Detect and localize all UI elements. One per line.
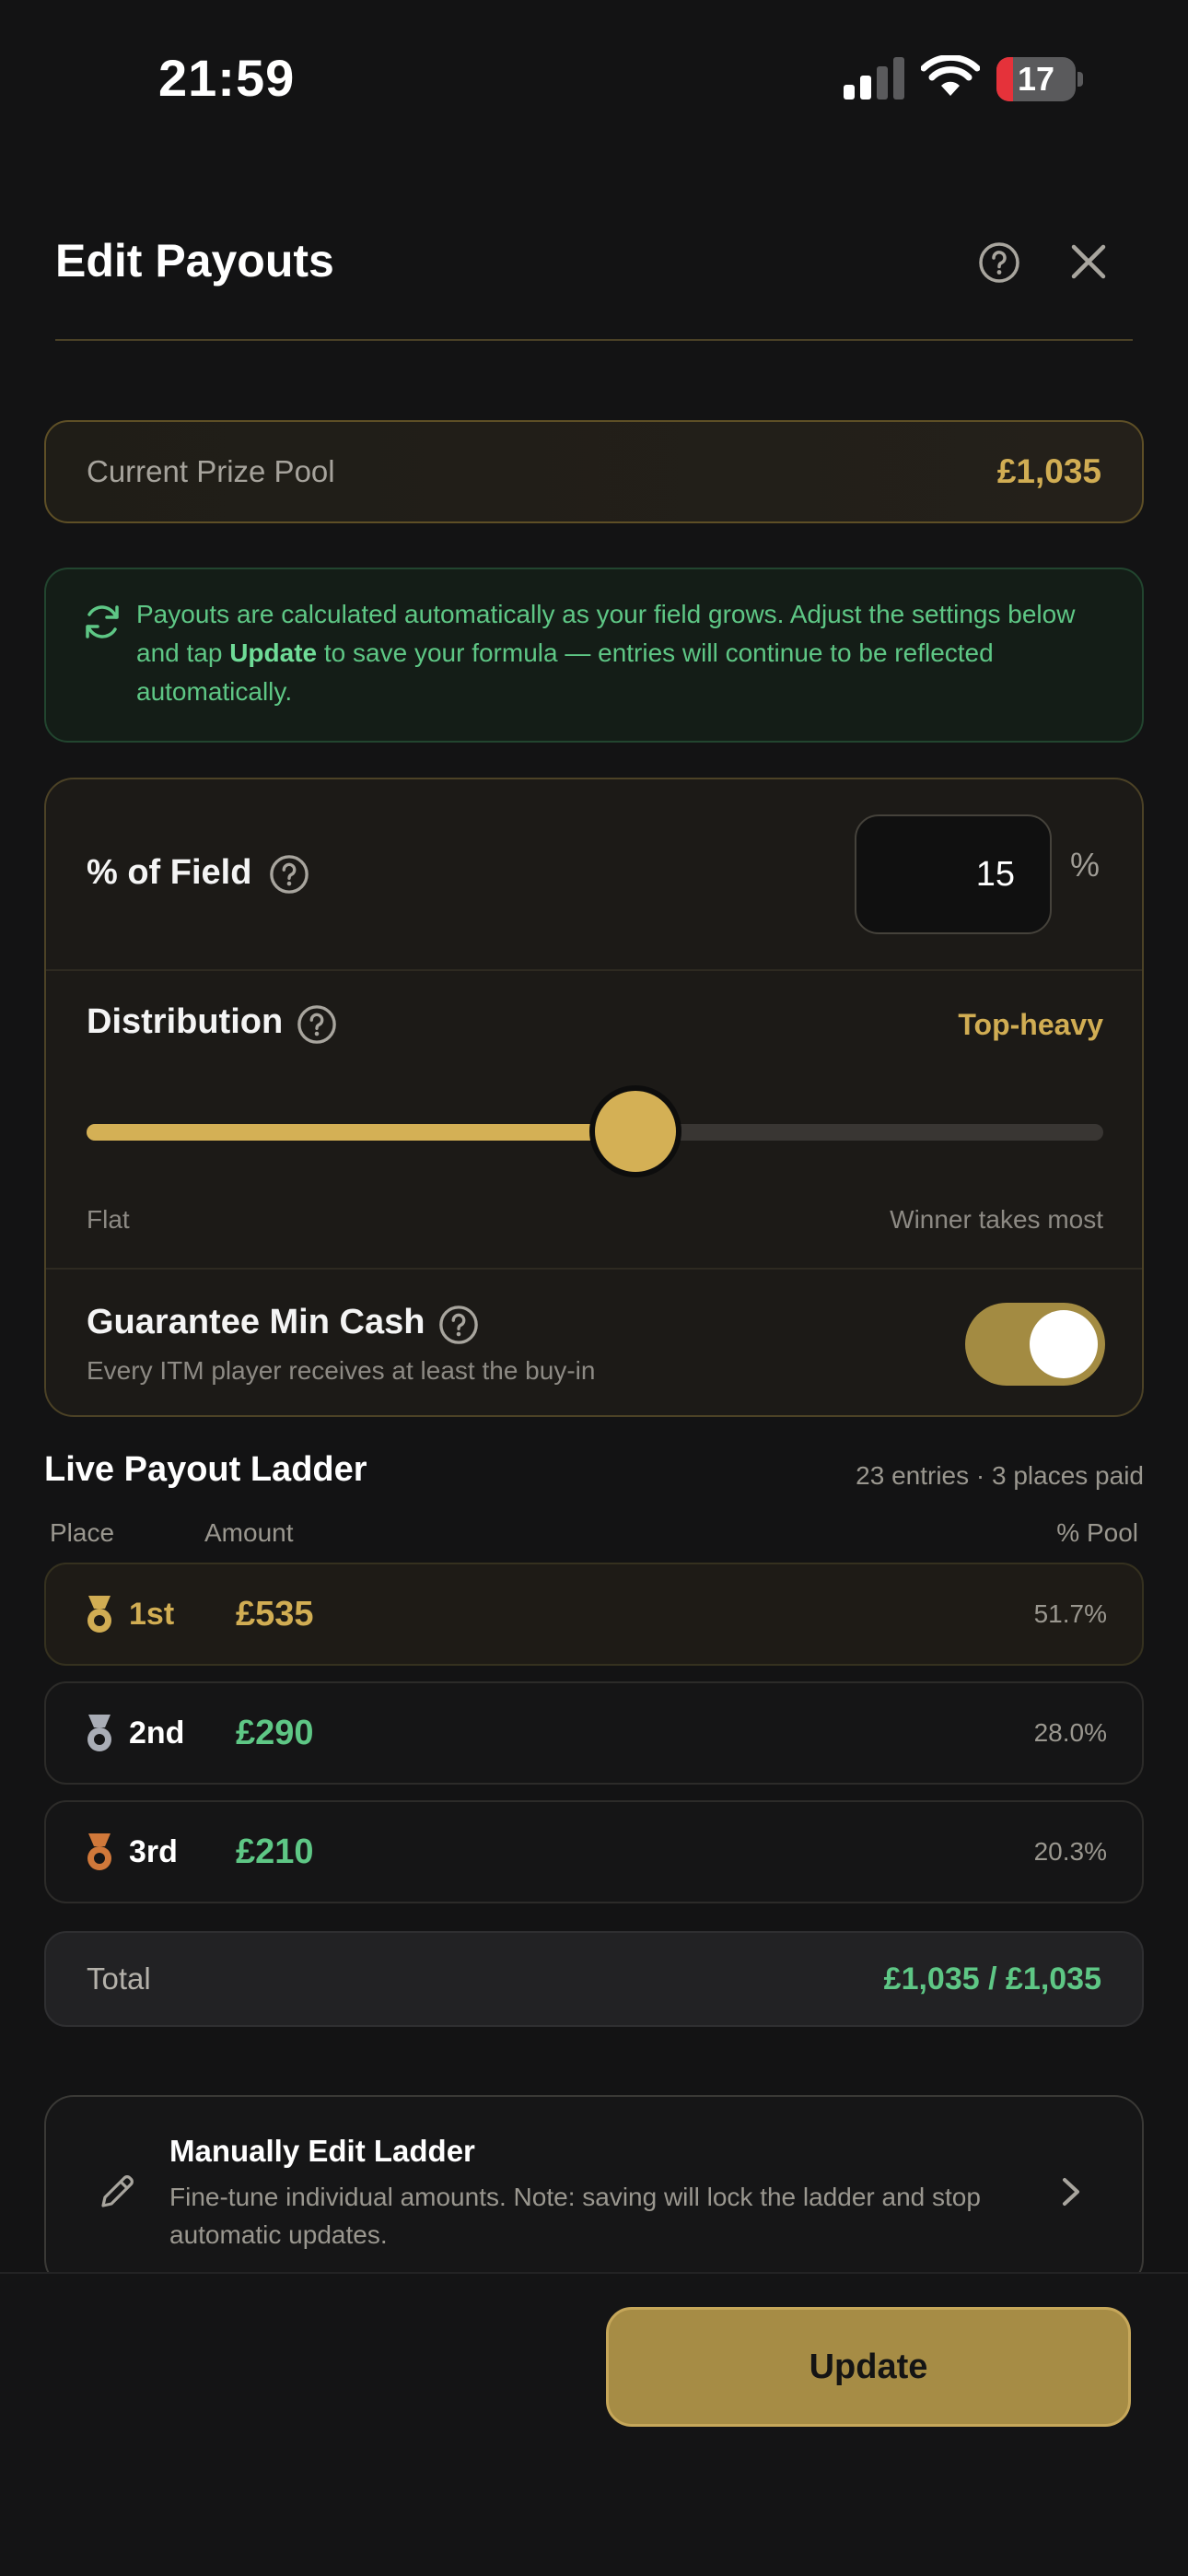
refresh-icon — [86, 605, 119, 638]
divider — [46, 1268, 1142, 1270]
column-header-amount: Amount — [204, 1518, 294, 1547]
manually-edit-ladder-button[interactable]: Manually Edit Ladder Fine-tune individua… — [44, 2095, 1144, 2289]
battery-indicator: 17 — [996, 57, 1083, 101]
field-percent-input[interactable]: 15 — [855, 814, 1052, 934]
manual-edit-description: Fine-tune individual amounts. Note: savi… — [169, 2183, 981, 2249]
distribution-help-icon[interactable] — [297, 1004, 337, 1045]
table-row: 3rd £210 20.3% — [44, 1800, 1144, 1903]
page-title: Edit Payouts — [55, 235, 334, 287]
divider — [46, 969, 1142, 971]
row-pct: 20.3% — [1033, 1837, 1107, 1866]
distribution-slider-fill — [87, 1124, 635, 1141]
update-button[interactable]: Update — [606, 2307, 1131, 2427]
column-header-pct: % Pool — [1056, 1518, 1138, 1547]
info-highlight-update: Update — [229, 638, 318, 667]
distribution-max-label: Winner takes most — [890, 1205, 1103, 1234]
row-place: 2nd — [129, 1715, 185, 1751]
distribution-min-label: Flat — [87, 1205, 130, 1234]
row-amount: £535 — [236, 1595, 314, 1633]
table-row: 2nd £290 28.0% — [44, 1681, 1144, 1785]
prize-pool-value: £1,035 — [996, 452, 1101, 490]
pencil-icon — [101, 2175, 134, 2207]
payout-settings-card: % of Field 15 % Distribution Top-heavy F… — [44, 778, 1144, 1417]
info-text: Payouts are calculated automatically as … — [136, 600, 1076, 706]
ladder-title: Live Payout Ladder — [44, 1450, 367, 1489]
silver-medal-icon — [87, 1715, 111, 1751]
bronze-medal-icon — [87, 1833, 111, 1870]
distribution-value: Top-heavy — [958, 1008, 1103, 1041]
field-percent-help-icon[interactable] — [269, 854, 309, 895]
field-percent-label: % of Field — [87, 853, 252, 892]
table-row: 1st £535 51.7% — [44, 1563, 1144, 1666]
wifi-icon — [921, 55, 980, 96]
prize-pool-label: Current Prize Pool — [87, 454, 335, 488]
close-icon[interactable] — [1066, 240, 1111, 284]
toggle-knob — [1030, 1310, 1098, 1378]
update-button-label: Update — [809, 2348, 928, 2386]
total-value: £1,035 / £1,035 — [883, 1961, 1101, 1996]
chevron-right-icon — [1063, 2178, 1079, 2206]
help-icon[interactable] — [978, 241, 1020, 284]
status-time: 21:59 — [158, 49, 296, 107]
ladder-meta: 23 entries · 3 places paid — [856, 1461, 1144, 1490]
guarantee-help-icon[interactable] — [438, 1305, 479, 1345]
footer-bar: Update — [0, 2272, 1188, 2576]
row-place: 1st — [129, 1597, 175, 1632]
row-pct: 51.7% — [1033, 1599, 1107, 1628]
header-divider — [55, 339, 1133, 341]
total-label: Total — [87, 1961, 151, 1996]
row-amount: £290 — [236, 1714, 314, 1752]
guarantee-min-cash-toggle[interactable] — [965, 1303, 1105, 1386]
ladder-total-row: Total £1,035 / £1,035 — [44, 1931, 1144, 2027]
battery-level: 17 — [1017, 60, 1055, 98]
manual-edit-title: Manually Edit Ladder — [169, 2134, 475, 2168]
field-percent-unit: % — [1070, 846, 1101, 884]
cellular-signal-icon — [844, 57, 904, 100]
guarantee-min-cash-description: Every ITM player receives at least the b… — [87, 1356, 596, 1385]
distribution-label: Distribution — [87, 1002, 284, 1041]
guarantee-min-cash-label: Guarantee Min Cash — [87, 1303, 425, 1341]
gold-medal-icon — [87, 1596, 111, 1633]
prize-pool-card: Current Prize Pool £1,035 — [44, 420, 1144, 523]
row-amount: £210 — [236, 1832, 314, 1871]
distribution-slider-thumb[interactable] — [589, 1085, 681, 1177]
row-place: 3rd — [129, 1834, 178, 1869]
info-banner: Payouts are calculated automatically as … — [44, 568, 1144, 743]
column-header-place: Place — [50, 1518, 115, 1547]
field-percent-value: 15 — [975, 855, 1015, 894]
row-pct: 28.0% — [1033, 1718, 1107, 1747]
